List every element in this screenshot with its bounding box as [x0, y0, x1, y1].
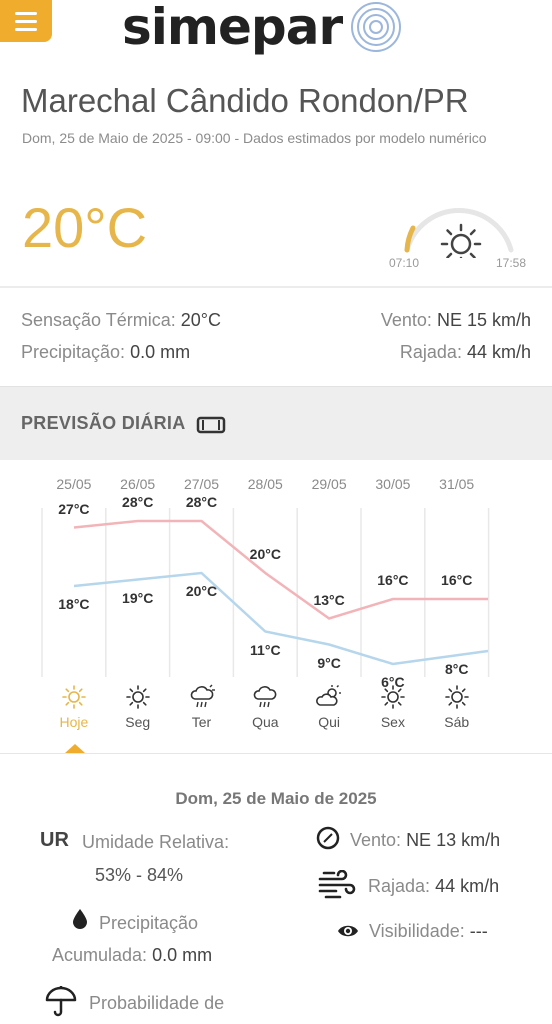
min-temp-label: 20°C	[185, 583, 218, 599]
sun-icon[interactable]	[444, 684, 470, 715]
sunset-time: 17:58	[496, 256, 527, 270]
feels-like-label: Sensação Térmica:	[21, 310, 176, 330]
rotate-device-icon[interactable]	[196, 415, 226, 435]
max-temp-label: 27°C	[58, 500, 90, 517]
rain-probability-label: Probabilidade de	[89, 993, 225, 1013]
precip-accum: Acumulada: 0.0 mm	[52, 945, 212, 966]
day-label[interactable]: Qua	[252, 714, 278, 730]
max-temp-label: 20°C	[249, 546, 281, 562]
divider	[0, 286, 552, 288]
day-label[interactable]: Hoje	[59, 714, 88, 730]
detail-date: Dom, 25 de Maio de 2025	[175, 789, 377, 808]
max-temp-label: 16°C	[441, 572, 473, 588]
humidity-label: Umidade Relativa:	[82, 832, 230, 852]
min-temp-line	[73, 571, 489, 666]
date-label: 30/05	[375, 476, 411, 492]
sun-icon[interactable]	[125, 684, 151, 715]
daily-forecast-header: PREVISÃO DIÁRIA	[0, 386, 552, 460]
min-temp-label: 19°C	[122, 589, 154, 606]
current-temperature: 20°C	[22, 196, 148, 259]
partly-cloudy-icon[interactable]	[316, 684, 342, 715]
raindrop-icon	[73, 909, 87, 929]
menu-bar	[15, 27, 37, 31]
selected-day-caret	[65, 744, 85, 753]
sunrise-time: 07:10	[389, 256, 420, 270]
max-temp-label: 13°C	[313, 591, 345, 608]
date-label: 29/05	[311, 476, 347, 492]
precip-accum-value: 0.0 mm	[152, 945, 213, 965]
date-label: 27/05	[183, 476, 220, 492]
detail-gust-value: 44 km/h	[435, 876, 500, 896]
detail-gust-label: Rajada:	[368, 876, 431, 896]
umbrella-icon	[45, 986, 77, 1017]
rain-icon[interactable]	[252, 684, 278, 715]
detail-wind-value: NE 13 km/h	[406, 830, 501, 850]
wind-gust-icon	[318, 870, 356, 899]
wind-label: Vento:	[380, 310, 432, 330]
compass-icon	[316, 826, 340, 850]
radar-logo-icon	[351, 2, 402, 52]
day-label[interactable]: Sáb	[444, 714, 469, 730]
min-temp-label: 8°C	[444, 661, 469, 677]
wind: Vento: NE 15 km/h	[381, 310, 531, 331]
daily-forecast-chart: 25/05 27°C 18°C Hoje 26/05 28°C 19°C Seg 27/05 28…	[0, 462, 552, 762]
max-temp-label: 28°C	[185, 494, 218, 510]
day-label[interactable]: Qui	[318, 714, 340, 730]
date-label: 26/05	[120, 476, 156, 492]
max-temp-label: 28°C	[122, 494, 154, 510]
sun-icon[interactable]	[380, 684, 406, 715]
gust-label: Rajada:	[399, 342, 462, 362]
sun-icon[interactable]	[61, 684, 87, 715]
min-temp-label: 18°C	[58, 596, 90, 612]
wind-value: NE 15 km/h	[436, 310, 531, 330]
visibility-value: ---	[469, 921, 488, 941]
sun-icon	[440, 223, 482, 258]
humidity-abbr: UR	[40, 829, 69, 851]
logo-text: simepar	[122, 0, 343, 56]
precip-accum-label: Precipitação	[99, 913, 199, 933]
detail-gust: Rajada: 44 km/h	[368, 876, 499, 897]
min-temp-label: 9°C	[317, 654, 341, 671]
forecast-subtitle: Dom, 25 de Maio de 2025 - 09:00 - Dados …	[22, 130, 487, 146]
menu-bar	[15, 19, 37, 23]
precipitation: Precipitação: 0.0 mm	[21, 342, 190, 363]
section-title: PREVISÃO DIÁRIA	[21, 413, 186, 433]
precip-value: 0.0 mm	[130, 342, 191, 362]
city-title: Marechal Cândido Rondon/PR	[21, 82, 469, 119]
menu-button[interactable]	[0, 0, 52, 42]
eye-icon	[338, 925, 358, 937]
divider	[0, 753, 552, 754]
date-label: 28/05	[247, 476, 283, 492]
gust: Rajada: 44 km/h	[400, 342, 531, 363]
day-label[interactable]: Seg	[125, 714, 150, 730]
date-label: 31/05	[439, 476, 475, 492]
visibility-label: Visibilidade:	[369, 921, 465, 941]
visibility: Visibilidade: ---	[369, 921, 488, 942]
date-label: 25/05	[56, 476, 92, 492]
max-temp-label: 16°C	[377, 572, 409, 588]
detail-wind: Vento: NE 13 km/h	[350, 830, 500, 851]
detail-wind-label: Vento:	[350, 830, 402, 850]
storm-icon[interactable]	[189, 684, 215, 715]
feels-like-value: 20°C	[180, 310, 221, 330]
day-label[interactable]: Sex	[381, 714, 405, 730]
humidity-value: 53% - 84%	[95, 865, 184, 885]
day-label[interactable]: Ter	[192, 714, 211, 730]
min-temp-label: 11°C	[250, 641, 281, 658]
menu-bar	[15, 11, 37, 15]
sun-arc-icon	[404, 208, 514, 258]
precip-accum-label-2: Acumulada:	[52, 945, 148, 965]
precip-label: Precipitação:	[21, 342, 126, 362]
simepar-logo[interactable]: simepar	[122, 0, 402, 54]
gust-value: 44 km/h	[466, 342, 531, 362]
feels-like: Sensação Térmica: 20°C	[21, 310, 221, 331]
